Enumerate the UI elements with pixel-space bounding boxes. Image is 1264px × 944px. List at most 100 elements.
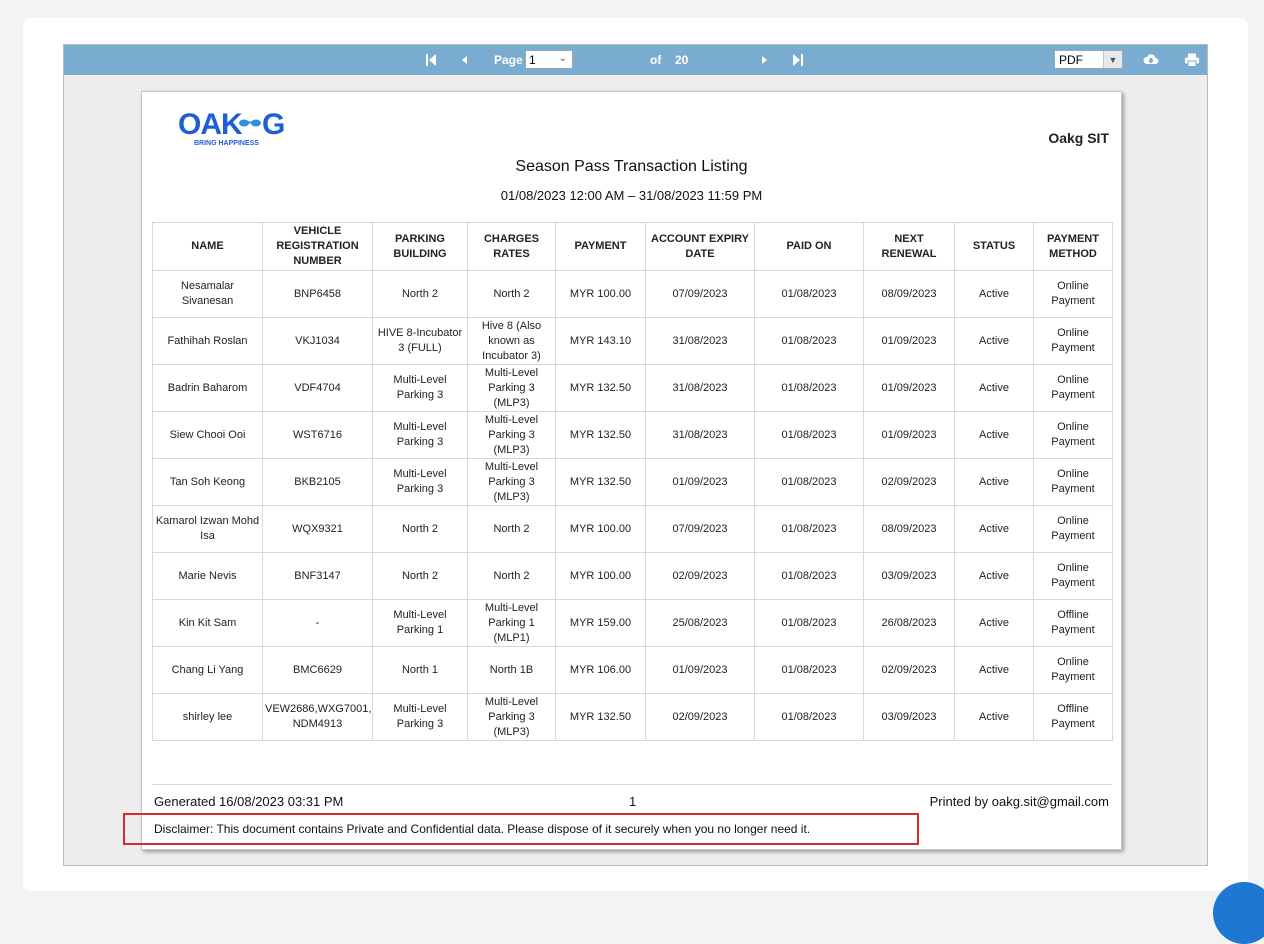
page-label: Page	[494, 53, 523, 67]
table-cell: Multi-Level Parking 3 (MLP3)	[467, 693, 556, 741]
of-label: of	[650, 53, 662, 67]
table-cell: MYR 132.50	[555, 693, 646, 741]
table-cell: Siew Chooi Ooi	[152, 411, 263, 459]
svg-text:OAK: OAK	[178, 108, 243, 141]
table-cell: Multi-Level Parking 3 (MLP3)	[467, 364, 556, 412]
total-pages: 20	[675, 53, 689, 67]
table-cell: MYR 159.00	[555, 599, 646, 647]
table-cell: BMC6629	[262, 646, 373, 694]
table-row: Chang Li Yang BMC6629 North 1 North 1B MYR 1…	[152, 646, 1113, 694]
table-cell: 01/08/2023	[754, 646, 864, 694]
first-page-button[interactable]	[423, 52, 439, 68]
print-button[interactable]	[1184, 52, 1200, 68]
report-page: OAK G BRING HAPPINESS Oakg SIT Season Pa…	[141, 91, 1122, 850]
svg-text:BRING HAPPINESS: BRING HAPPINESS	[194, 140, 259, 147]
table-cell: BNP6458	[262, 270, 373, 318]
generated-timestamp: Generated 16/08/2023 03:31 PM	[154, 794, 344, 809]
first-page-icon	[426, 54, 436, 66]
table-cell: North 1B	[467, 646, 556, 694]
table-row: Marie Nevis BNF3147 North 2 North 2 MYR 100.…	[152, 552, 1113, 600]
table-row: Kamarol Izwan Mohd Isa WQX9321 North 2 Nort…	[152, 505, 1113, 553]
last-page-button[interactable]	[790, 52, 806, 68]
table-cell: Multi-Level Parking 3 (MLP3)	[467, 458, 556, 506]
column-header: PARKING BUILDING	[372, 222, 468, 271]
table-cell: North 2	[467, 505, 556, 553]
table-cell: Active	[954, 411, 1034, 459]
table-cell: 31/08/2023	[645, 317, 755, 365]
table-cell: North 2	[372, 505, 468, 553]
column-header: VEHICLE REGISTRATION NUMBER	[262, 222, 373, 271]
table-cell: MYR 100.00	[555, 552, 646, 600]
table-cell: North 2	[372, 270, 468, 318]
table-cell: Kin Kit Sam	[152, 599, 263, 647]
table-cell: BNF3147	[262, 552, 373, 600]
table-cell: Online Payment	[1033, 505, 1113, 553]
table-cell: Multi-Level Parking 1 (MLP1)	[467, 599, 556, 647]
table-cell: MYR 100.00	[555, 505, 646, 553]
table-row: Tan Soh Keong BKB2105 Multi-Level Parking …	[152, 458, 1113, 506]
column-header: STATUS	[954, 222, 1034, 271]
table-cell: Active	[954, 364, 1034, 412]
table-cell: Online Payment	[1033, 364, 1113, 412]
column-header: NAME	[152, 222, 263, 271]
company-name: Oakg SIT	[1048, 130, 1109, 146]
table-cell: Offline Payment	[1033, 693, 1113, 741]
table-cell: 07/09/2023	[645, 505, 755, 553]
table-cell: Active	[954, 458, 1034, 506]
table-cell: 03/09/2023	[863, 552, 955, 600]
previous-page-button[interactable]	[457, 52, 473, 68]
table-cell: 01/08/2023	[754, 693, 864, 741]
svg-text:G: G	[262, 108, 285, 141]
table-cell: 01/08/2023	[754, 505, 864, 553]
export-format-select[interactable]: PDF ▼	[1054, 50, 1123, 69]
chevron-down-icon: ⌄	[558, 53, 567, 64]
table-cell: North 1	[372, 646, 468, 694]
chat-button[interactable]	[1213, 882, 1264, 944]
table-cell: Multi-Level Parking 3	[372, 364, 468, 412]
column-header: PAID ON	[754, 222, 864, 271]
table-cell: 31/08/2023	[645, 364, 755, 412]
table-cell: 01/08/2023	[754, 411, 864, 459]
report-viewer: Page 1 ⌄ of 20 PDF ▼ OAK G BRING HAPPINE…	[63, 44, 1208, 866]
table-cell: Fathihah Roslan	[152, 317, 263, 365]
table-cell: 25/08/2023	[645, 599, 755, 647]
page-select[interactable]: 1 ⌄	[525, 50, 573, 69]
printed-by: Printed by oakg.sit@gmail.com	[929, 794, 1109, 809]
table-row: Kin Kit Sam - Multi-Level Parking 1 Multi-L…	[152, 599, 1113, 647]
table-cell: Hive 8 (Also known as Incubator 3)	[467, 317, 556, 365]
table-cell: 01/08/2023	[754, 552, 864, 600]
table-cell: 03/09/2023	[863, 693, 955, 741]
table-cell: 01/09/2023	[863, 411, 955, 459]
table-cell: MYR 132.50	[555, 411, 646, 459]
table-cell: Multi-Level Parking 1	[372, 599, 468, 647]
table-cell: 02/09/2023	[645, 693, 755, 741]
table-cell: MYR 106.00	[555, 646, 646, 694]
table-cell: Online Payment	[1033, 411, 1113, 459]
table-cell: 01/08/2023	[754, 364, 864, 412]
table-cell: MYR 143.10	[555, 317, 646, 365]
table-row: Nesamalar Sivanesan BNP6458 North 2 North 2…	[152, 270, 1113, 318]
disclaimer-highlight-box	[123, 813, 919, 845]
table-cell: Nesamalar Sivanesan	[152, 270, 263, 318]
table-cell: 01/09/2023	[645, 646, 755, 694]
report-date-range: 01/08/2023 12:00 AM – 31/08/2023 11:59 P…	[500, 188, 763, 203]
next-page-button[interactable]	[756, 52, 772, 68]
table-cell: VDF4704	[262, 364, 373, 412]
table-cell: Active	[954, 270, 1034, 318]
table-cell: 01/08/2023	[754, 317, 864, 365]
column-header: PAYMENT METHOD	[1033, 222, 1113, 271]
table-cell: 08/09/2023	[863, 270, 955, 318]
table-cell: Offline Payment	[1033, 599, 1113, 647]
table-cell: Active	[954, 552, 1034, 600]
table-row: Siew Chooi Ooi WST6716 Multi-Level Parking…	[152, 411, 1113, 459]
download-button[interactable]	[1143, 52, 1159, 68]
export-format-value: PDF	[1059, 52, 1083, 67]
table-cell: Multi-Level Parking 3 (MLP3)	[467, 411, 556, 459]
table-cell: MYR 132.50	[555, 364, 646, 412]
table-cell: Online Payment	[1033, 552, 1113, 600]
table-cell: Online Payment	[1033, 317, 1113, 365]
table-cell: Online Payment	[1033, 270, 1113, 318]
table-cell: 01/08/2023	[754, 458, 864, 506]
table-cell: Multi-Level Parking 3	[372, 411, 468, 459]
column-header: PAYMENT	[555, 222, 646, 271]
